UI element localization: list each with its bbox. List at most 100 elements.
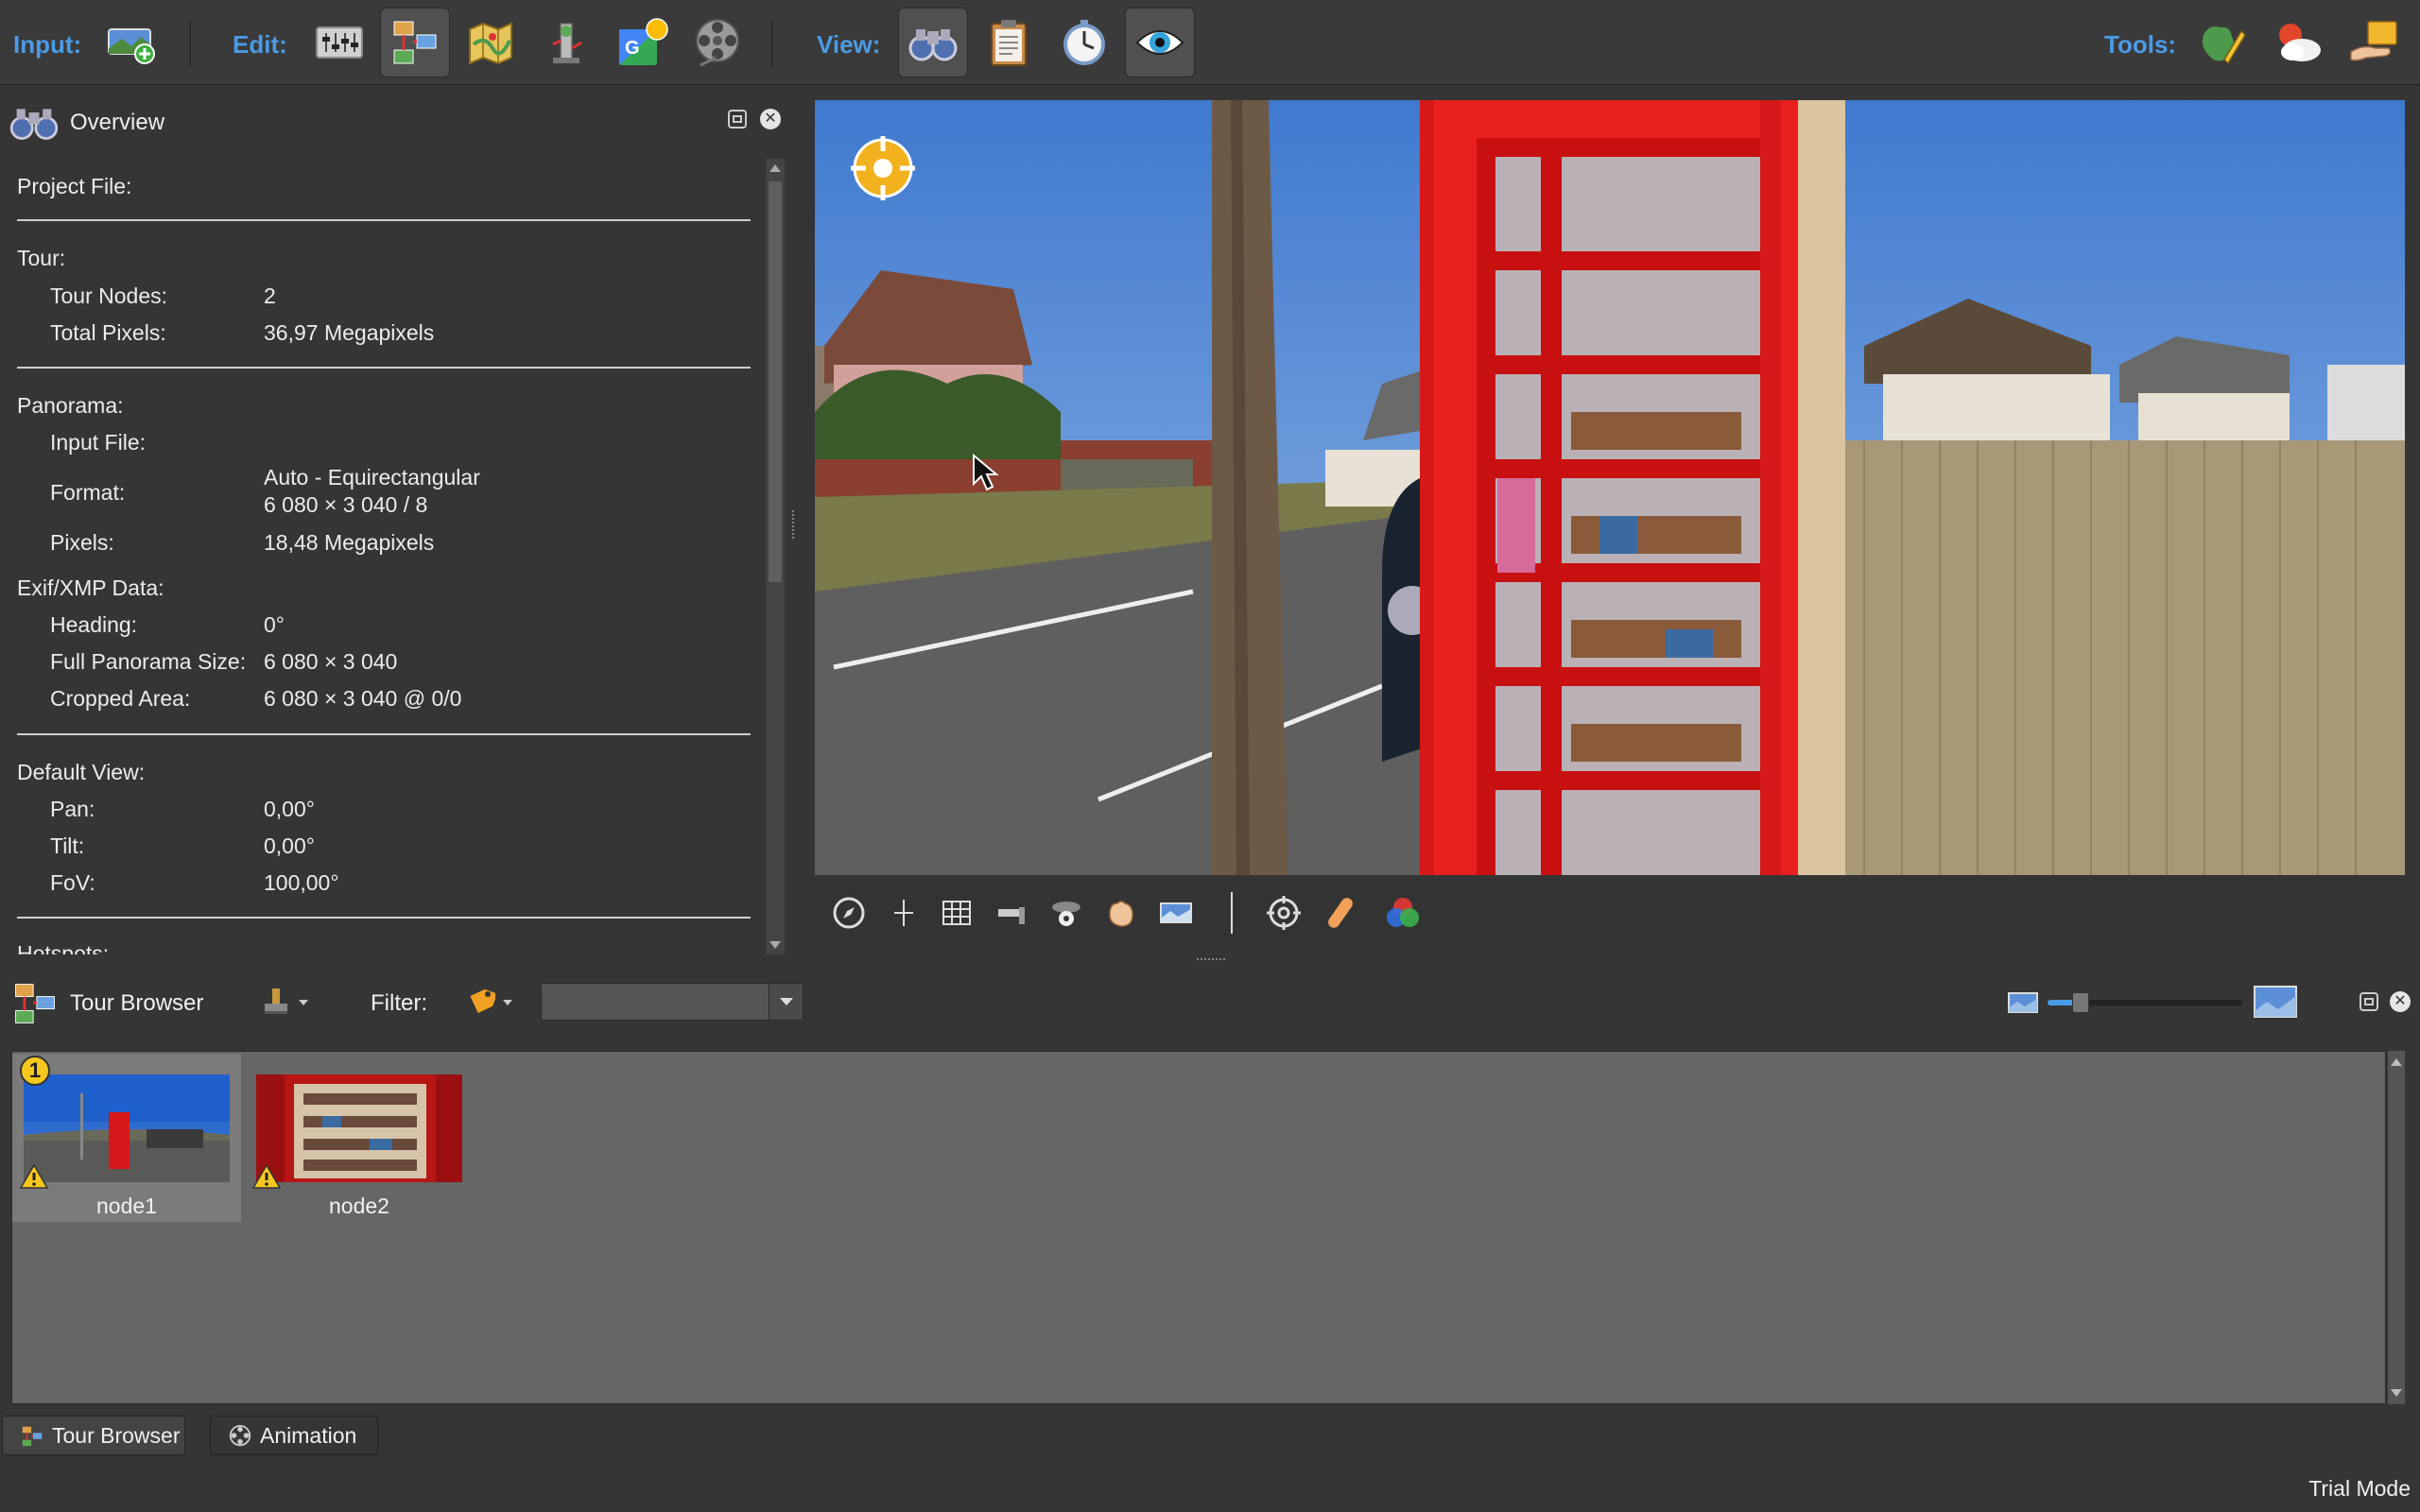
- divider: [17, 219, 751, 221]
- heading-label: Heading:: [50, 612, 138, 637]
- tour-node[interactable]: 1 node1: [12, 1054, 241, 1222]
- warning-icon: [20, 1163, 48, 1189]
- tour-node[interactable]: node2: [245, 1054, 474, 1222]
- stamp-menu-button[interactable]: [261, 987, 314, 1021]
- pan-value: 0,00°: [264, 797, 315, 821]
- level-icon: [998, 907, 1025, 924]
- grid-icon: [942, 901, 971, 925]
- main-toolbar: Input: Edit: G View: Tools:: [0, 0, 2420, 85]
- close-browser-button[interactable]: ✕: [2390, 991, 2411, 1012]
- clipboard-icon: [991, 20, 1027, 66]
- float-browser-button[interactable]: [2360, 992, 2378, 1011]
- overview-scrollbar[interactable]: [766, 159, 785, 954]
- total-pixels-value: 36,97 Megapixels: [264, 320, 435, 345]
- scroll-up-arrow[interactable]: [2391, 1058, 2402, 1066]
- target-button[interactable]: [1263, 892, 1305, 934]
- input-file-label: Input File:: [50, 430, 146, 455]
- stopwatch-icon: [1063, 20, 1105, 65]
- tour-section-label: Tour:: [17, 246, 66, 270]
- grid-button[interactable]: [936, 892, 977, 934]
- target-icon: [1267, 896, 1301, 930]
- level-button[interactable]: [991, 892, 1032, 934]
- share-tool-button[interactable]: [2339, 8, 2409, 77]
- compass-icon: [833, 897, 865, 929]
- viewer-splitter[interactable]: [1197, 958, 1225, 962]
- adjustments-button[interactable]: [304, 8, 374, 77]
- google-maps-icon: G: [619, 18, 668, 65]
- divider: [17, 733, 751, 735]
- add-panorama-icon: [108, 28, 155, 64]
- add-panorama-button[interactable]: [96, 8, 166, 77]
- tour-browser-title: Tour Browser: [70, 990, 204, 1016]
- google-maps-button[interactable]: G: [607, 8, 677, 77]
- binoculars-icon: [9, 109, 59, 140]
- chevron-down-icon: [779, 998, 793, 1005]
- hand-button[interactable]: [1100, 892, 1142, 934]
- retouch-button[interactable]: [1320, 892, 1361, 934]
- tour-editor-button[interactable]: [380, 8, 450, 77]
- node-label: node1: [96, 1194, 157, 1218]
- format-dimensions-value: 6 080 × 3 040 / 8: [264, 492, 428, 517]
- animation-editor-button[interactable]: [683, 8, 752, 77]
- adjustments-icon: [316, 26, 363, 59]
- thumbnail-size-slider[interactable]: [2048, 992, 2242, 1013]
- panorama-button[interactable]: [1155, 892, 1197, 934]
- tilt-value: 0,00°: [264, 833, 315, 858]
- weather-icon: [2279, 24, 2321, 61]
- properties-button[interactable]: [974, 8, 1044, 77]
- tab-tour-browser[interactable]: Tour Browser: [2, 1416, 185, 1455]
- scrollbar-thumb[interactable]: [769, 181, 782, 582]
- close-panel-button[interactable]: ✕: [760, 109, 781, 129]
- compass-button[interactable]: [828, 892, 870, 934]
- scroll-down-arrow[interactable]: [769, 941, 781, 949]
- tools-label: Tools:: [2104, 30, 2177, 59]
- map-editor-button[interactable]: [456, 8, 526, 77]
- hand-icon: [1109, 901, 1133, 927]
- tour-nodes-label: Tour Nodes:: [50, 284, 168, 308]
- color-correction-button[interactable]: [1382, 892, 1424, 934]
- overview-button[interactable]: [898, 8, 968, 77]
- browser-scrollbar[interactable]: [2388, 1051, 2405, 1404]
- weather-tool-button[interactable]: [2263, 8, 2333, 77]
- chevron-down-icon: [299, 1000, 308, 1005]
- crosshair-line-button[interactable]: [883, 892, 925, 934]
- node-thumbnail: [24, 1074, 230, 1182]
- panorama-viewer[interactable]: [815, 100, 2405, 875]
- panel-splitter[interactable]: [792, 510, 796, 539]
- timer-button[interactable]: [1049, 8, 1119, 77]
- film-reel-icon: [696, 19, 739, 67]
- scroll-up-arrow[interactable]: [769, 164, 781, 172]
- tour-editor-icon: [393, 21, 437, 64]
- fov-label: FoV:: [50, 870, 95, 895]
- svg-text:G: G: [625, 38, 640, 59]
- pixels-value: 18,48 Megapixels: [264, 530, 435, 555]
- chevron-down-icon: [503, 1000, 512, 1005]
- tab-label: Tour Browser: [52, 1422, 181, 1448]
- panorama-icon: [1160, 902, 1192, 923]
- overview-title: Overview: [70, 110, 165, 135]
- float-panel-button[interactable]: [728, 110, 747, 129]
- divider: [17, 367, 751, 369]
- scroll-down-arrow[interactable]: [2391, 1389, 2402, 1397]
- stamp-icon: [265, 988, 287, 1014]
- map-editor-icon: [469, 22, 512, 65]
- hotspots-section-label: Hotspots:: [17, 941, 110, 954]
- tab-animation[interactable]: Animation: [210, 1416, 378, 1455]
- exif-section-label: Exif/XMP Data:: [17, 576, 164, 600]
- close-icon: ✕: [2394, 993, 2407, 1009]
- nadir-button[interactable]: [1046, 892, 1087, 934]
- hotspot-editor-button[interactable]: [531, 8, 601, 77]
- warning-icon: [252, 1163, 281, 1189]
- filter-dropdown-button[interactable]: [769, 984, 803, 1020]
- tag-filter-button[interactable]: [465, 987, 518, 1021]
- preview-button[interactable]: [1125, 8, 1195, 77]
- slider-handle[interactable]: [2072, 992, 2089, 1013]
- map-tool-button[interactable]: [2187, 8, 2257, 77]
- full-size-value: 6 080 × 3 040: [264, 649, 398, 674]
- panorama-image: [815, 100, 2405, 875]
- nadir-icon: [1052, 902, 1080, 926]
- filter-combobox[interactable]: [541, 983, 804, 1021]
- cropped-area-label: Cropped Area:: [50, 686, 191, 711]
- input-label: Input:: [13, 30, 82, 59]
- float-icon: [733, 115, 742, 123]
